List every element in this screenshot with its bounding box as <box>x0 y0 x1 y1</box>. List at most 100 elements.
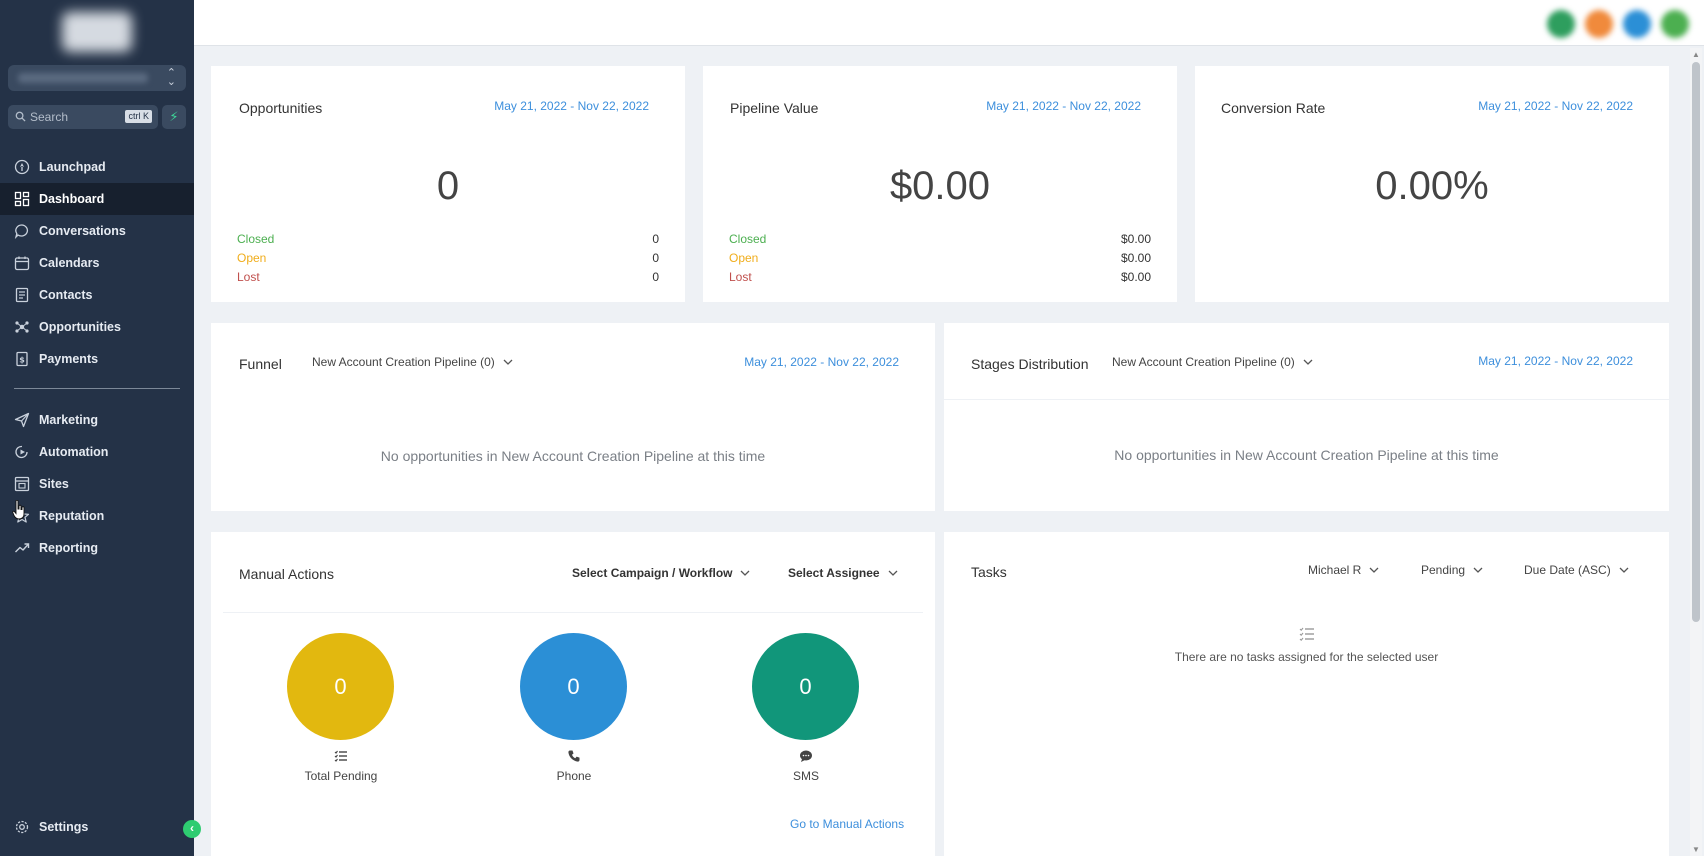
sidebar-item-reporting[interactable]: Reporting <box>0 532 194 564</box>
sidebar-item-settings[interactable]: Settings <box>0 811 194 843</box>
task-sort-value: Due Date (ASC) <box>1524 563 1611 577</box>
tasks-card: Tasks Michael R Pending Due Date (ASC) T… <box>944 532 1669 856</box>
avatar[interactable] <box>1661 10 1689 38</box>
pipeline-select[interactable]: New Account Creation Pipeline (0) <box>1112 355 1313 369</box>
header-action-blurred-2[interactable] <box>1585 10 1613 38</box>
task-sort-select[interactable]: Due Date (ASC) <box>1524 563 1629 577</box>
card-title: Funnel <box>239 356 282 372</box>
total-pending-circle[interactable]: 0 <box>287 633 394 740</box>
header-action-blurred-1[interactable] <box>1547 10 1575 38</box>
sidebar-item-label: Calendars <box>39 256 100 270</box>
chevron-down-icon <box>1473 567 1483 573</box>
campaign-workflow-select[interactable]: Select Campaign / Workflow <box>572 566 750 580</box>
card-title: Opportunities <box>239 100 323 116</box>
sidebar-item-dashboard[interactable]: Dashboard <box>0 183 194 215</box>
contacts-icon <box>15 287 29 303</box>
company-logo[interactable] <box>62 12 132 52</box>
task-user-value: Michael R <box>1308 563 1362 577</box>
conversion-rate-card: Conversion Rate May 21, 2022 - Nov 22, 2… <box>1195 66 1669 302</box>
sms-circle[interactable]: 0 <box>752 633 859 740</box>
stat-label: Closed <box>729 232 767 246</box>
stat-value: $0.00 <box>1120 270 1151 284</box>
sidebar-item-label: Reporting <box>39 541 99 555</box>
sidebar-item-label: Launchpad <box>39 160 106 174</box>
date-range-picker[interactable]: May 21, 2022 - Nov 22, 2022 <box>1478 99 1633 113</box>
search-placeholder: Search <box>30 110 69 124</box>
conversion-rate-value: 0.00% <box>1375 164 1489 208</box>
pipeline-select[interactable]: New Account Creation Pipeline (0) <box>312 355 513 369</box>
gear-icon <box>15 820 29 834</box>
stat-row-open: Open 0 <box>237 251 659 265</box>
sidebar-item-automation[interactable]: Automation <box>0 436 194 468</box>
task-list-icon <box>1299 627 1314 642</box>
sidebar-item-calendars[interactable]: Calendars <box>0 247 194 279</box>
opportunities-icon <box>15 321 29 333</box>
date-range-picker[interactable]: May 21, 2022 - Nov 22, 2022 <box>1478 354 1633 368</box>
chevron-down-icon <box>1369 567 1379 573</box>
trend-icon <box>15 543 30 553</box>
opportunities-card: Opportunities May 21, 2022 - Nov 22, 202… <box>211 66 685 302</box>
sidebar-item-label: Automation <box>39 445 109 459</box>
funnel-card: Funnel New Account Creation Pipeline (0)… <box>211 323 935 511</box>
sidebar-item-payments[interactable]: $ Payments <box>0 343 194 375</box>
list-icon <box>334 750 347 762</box>
chevron-down-icon <box>1619 567 1629 573</box>
message-icon <box>800 750 812 762</box>
assignee-select[interactable]: Select Assignee <box>788 566 898 580</box>
header-divider <box>944 399 1669 400</box>
quick-actions-button[interactable]: ⚡ <box>162 105 186 129</box>
sidebar-item-opportunities[interactable]: Opportunities <box>0 311 194 343</box>
chat-icon <box>14 224 28 239</box>
date-range-picker[interactable]: May 21, 2022 - Nov 22, 2022 <box>494 99 649 113</box>
stat-value: 0 <box>652 251 659 265</box>
task-status-value: Pending <box>1421 563 1466 577</box>
date-range-picker[interactable]: May 21, 2022 - Nov 22, 2022 <box>744 355 899 369</box>
phone-circle[interactable]: 0 <box>520 633 627 740</box>
sidebar-item-launchpad[interactable]: Launchpad <box>0 151 194 183</box>
empty-state-message: There are no tasks assigned for the sele… <box>1174 650 1439 664</box>
search-input[interactable]: Search ctrl K <box>8 105 158 129</box>
sidebar-item-sites[interactable]: Sites <box>0 468 194 500</box>
chevron-updown-icon: ⌃ ⌄ <box>166 67 176 88</box>
phone-label: Phone <box>556 769 592 783</box>
stat-label: Lost <box>237 270 260 284</box>
sidebar-item-label: Sites <box>39 477 69 491</box>
stat-row-lost: Lost $0.00 <box>729 270 1151 284</box>
stat-value: 0 <box>652 270 659 284</box>
stat-value: 0 <box>652 232 659 246</box>
sidebar-item-contacts[interactable]: Contacts <box>0 279 194 311</box>
sms-label: SMS <box>792 769 819 783</box>
go-to-manual-actions-link[interactable]: Go to Manual Actions <box>790 817 904 831</box>
task-status-select[interactable]: Pending <box>1421 563 1483 577</box>
date-range-picker[interactable]: May 21, 2022 - Nov 22, 2022 <box>986 99 1141 113</box>
search-shortcut-badge: ctrl K <box>125 110 152 123</box>
task-user-select[interactable]: Michael R <box>1308 563 1379 577</box>
sidebar-item-marketing[interactable]: Marketing <box>0 404 194 436</box>
stat-row-closed: Closed $0.00 <box>729 232 1151 246</box>
total-pending-label: Total Pending <box>304 769 378 783</box>
pipeline-select-value: New Account Creation Pipeline (0) <box>1112 355 1295 369</box>
stages-distribution-card: Stages Distribution New Account Creation… <box>944 323 1669 511</box>
account-name-blurred <box>18 73 148 83</box>
collapse-sidebar-button[interactable]: ‹ <box>183 820 201 838</box>
header-action-blurred-3[interactable] <box>1623 10 1651 38</box>
chevron-left-icon: ‹ <box>190 821 194 835</box>
account-switcher[interactable]: ⌃ ⌄ <box>8 65 186 91</box>
stat-value: $0.00 <box>1120 232 1151 246</box>
stat-label: Open <box>729 251 759 265</box>
chevron-down-icon <box>1303 359 1313 365</box>
sidebar-nav-bottom: Marketing Automation Sites Reputation Re… <box>0 404 194 564</box>
sidebar-item-label: Marketing <box>39 413 99 427</box>
scroll-down-icon[interactable]: ▼ <box>1692 845 1700 854</box>
sidebar-item-reputation[interactable]: Reputation <box>0 500 194 532</box>
sidebar-item-label: Payments <box>39 352 99 366</box>
card-title: Manual Actions <box>239 566 334 582</box>
sidebar-item-conversations[interactable]: Conversations <box>0 215 194 247</box>
svg-text:$: $ <box>19 356 25 365</box>
pipeline-value: $0.00 <box>889 164 991 208</box>
scroll-up-icon[interactable]: ▲ <box>1692 50 1700 59</box>
scrollbar-thumb[interactable] <box>1692 62 1700 622</box>
automation-icon <box>15 445 28 459</box>
page-scrollbar[interactable]: ▲ ▼ <box>1690 48 1702 856</box>
top-bar <box>194 0 1704 46</box>
